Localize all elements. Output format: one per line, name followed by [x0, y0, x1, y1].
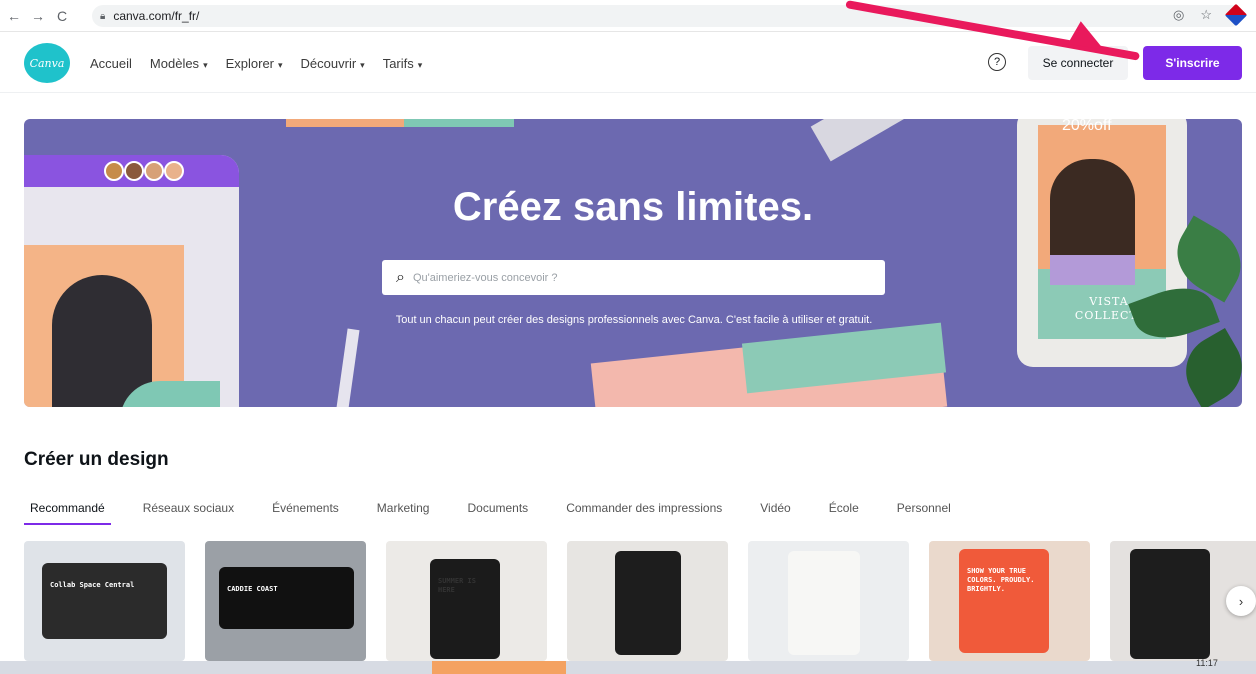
deco-paper	[286, 119, 416, 127]
deco-paper	[404, 119, 514, 127]
card-label: SHOW YOUR TRUE COLORS. PROUDLY. BRIGHTLY…	[967, 567, 1035, 593]
tab-7[interactable]: École	[829, 501, 859, 515]
card-thumbnail	[788, 551, 860, 655]
design-cards-carousel: Collab Space Central CADDIE COAST SUMMER I…	[24, 541, 1256, 661]
tablet-toolbar	[24, 155, 239, 187]
hero-banner: 20%off VISTA COLLECTI Créez sans limites…	[24, 119, 1242, 407]
card-thumbnail	[430, 559, 500, 659]
nav-item-accueil[interactable]: Accueil	[90, 56, 132, 71]
hide-eye-icon[interactable]: ◎	[1173, 7, 1184, 23]
search-icon: ⌕	[396, 268, 405, 286]
nav-item-tarifs[interactable]: Tarifs ▾	[383, 56, 423, 71]
card-thumbnail	[219, 567, 354, 629]
card-label: Collab Space Central	[50, 581, 135, 589]
design-card[interactable]: CADDIE COAST	[205, 541, 366, 661]
tab-2[interactable]: Événements	[272, 501, 339, 515]
tab-1[interactable]: Réseaux sociaux	[143, 501, 234, 515]
design-card[interactable]	[567, 541, 728, 661]
nav-item-modèles[interactable]: Modèles ▾	[150, 56, 208, 71]
address-bar[interactable]: 🔒︎ canva.com/fr_fr/	[92, 5, 1242, 27]
card-thumbnail	[615, 551, 681, 655]
design-card[interactable]: SHOW YOUR TRUE COLORS. PROUDLY. BRIGHTLY…	[929, 541, 1090, 661]
nav-item-label: Accueil	[90, 55, 132, 71]
tab-5[interactable]: Commander des impressions	[566, 501, 722, 515]
design-card[interactable]: Collab Space Central	[24, 541, 185, 661]
card-thumbnail	[959, 549, 1049, 653]
hero-subtitle: Tout un chacun peut créer des designs pr…	[395, 314, 873, 326]
search-placeholder: Qu'aimeriez-vous concevoir ?	[412, 271, 558, 284]
chevron-down-icon: ▾	[203, 59, 208, 70]
avatar	[124, 161, 144, 181]
browser-icons: ◎ ☆	[1173, 3, 1248, 27]
nav-item-label: Explorer	[225, 55, 275, 71]
reload-icon[interactable]: C	[52, 6, 72, 26]
section-title: Créer un design	[24, 449, 169, 470]
signup-button[interactable]: S'inscrire	[1143, 46, 1242, 80]
chevron-down-icon: ▾	[417, 59, 423, 70]
forward-arrow-icon[interactable]: →	[28, 6, 48, 26]
avatar	[104, 161, 124, 181]
main-nav: Accueil Modèles ▾ Explorer ▾ Découvrir ▾ Tarifs…	[90, 33, 422, 93]
carousel-next-button[interactable]: ›	[1226, 586, 1256, 616]
chevron-down-icon: ▾	[360, 59, 365, 70]
avatar	[164, 161, 184, 181]
tab-8[interactable]: Personnel	[897, 501, 951, 515]
tab-3[interactable]: Marketing	[377, 501, 430, 515]
chevron-down-icon: ▾	[278, 59, 283, 70]
avatar	[144, 161, 164, 181]
tab-4[interactable]: Documents	[467, 501, 528, 515]
nav-item-explorer[interactable]: Explorer ▾	[226, 56, 283, 71]
card-thumbnail	[1130, 549, 1210, 659]
hero-title: Créez sans limites.	[452, 185, 814, 229]
os-taskbar: 11:17	[0, 658, 1256, 674]
extension-icon[interactable]	[1224, 3, 1248, 27]
deco-pencil	[336, 328, 360, 407]
design-card[interactable]: SUMMER IS HERE	[386, 541, 547, 661]
card-thumbnail	[42, 563, 167, 639]
back-arrow-icon[interactable]: ←	[4, 6, 24, 26]
nav-item-label: Modèles	[149, 55, 200, 71]
help-icon[interactable]: ?	[988, 53, 1006, 71]
nav-item-label: Tarifs	[382, 55, 414, 71]
lock-icon: 🔒︎	[100, 10, 106, 22]
url-text: canva.com/fr_fr/	[113, 9, 200, 23]
design-card[interactable]	[748, 541, 909, 661]
nav-item-label: Découvrir	[300, 55, 357, 71]
star-bookmark-icon[interactable]: ☆	[1200, 7, 1212, 23]
design-category-tabs: Recommandé Réseaux sociaux Événements Marke…	[24, 501, 989, 525]
taskbar-app[interactable]	[432, 661, 566, 674]
deco-shape	[1050, 255, 1135, 285]
canva-logo[interactable]: Canva	[24, 43, 70, 83]
search-input[interactable]: ⌕ Qu'aimeriez-vous concevoir ?	[382, 260, 885, 295]
tab-0[interactable]: Recommandé	[24, 501, 111, 525]
card-label: SUMMER IS HERE	[438, 577, 476, 594]
tab-6[interactable]: Vidéo	[760, 501, 790, 515]
browser-toolbar: ← → C 🔒︎ canva.com/fr_fr/ ◎ ☆	[0, 0, 1256, 32]
promo-text: 20%off	[1062, 119, 1112, 134]
card-label: CADDIE COAST	[227, 585, 278, 593]
taskbar-clock: 11:17	[1196, 658, 1218, 668]
deco-shape	[810, 119, 918, 162]
nav-item-découvrir[interactable]: Découvrir ▾	[301, 56, 365, 71]
